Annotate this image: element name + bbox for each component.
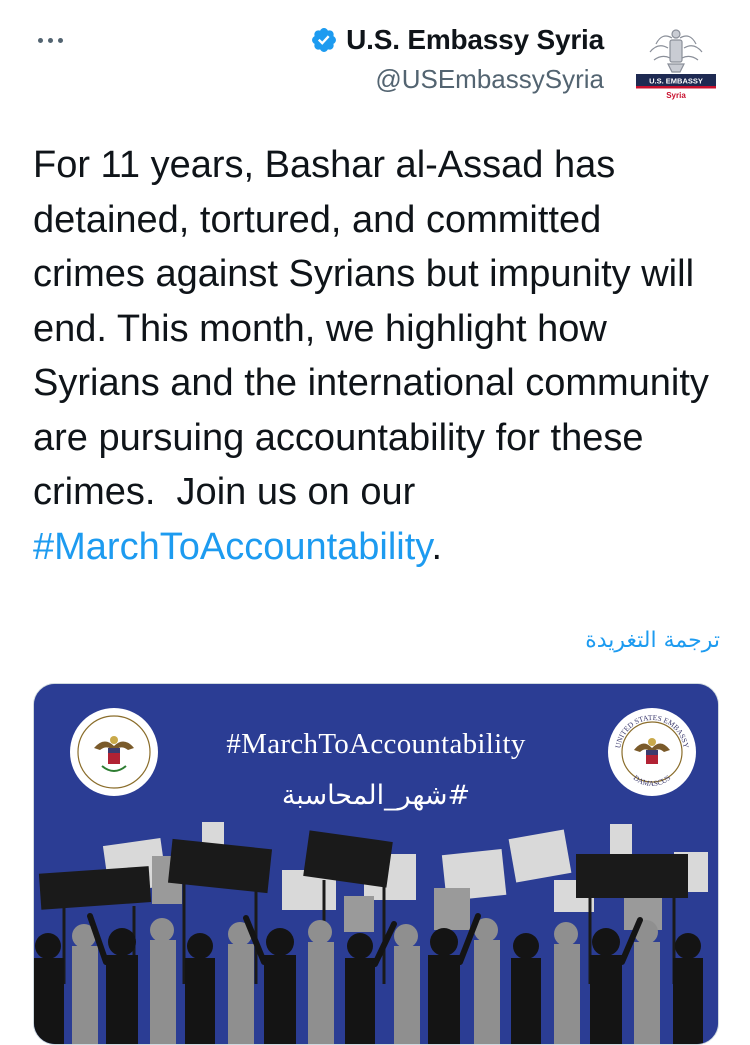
hashtag-link[interactable]: #MarchToAccountability xyxy=(33,526,431,568)
translate-tweet-link[interactable]: ترجمة التغريدة xyxy=(585,628,720,653)
verified-badge-icon xyxy=(312,28,337,52)
tweet-author[interactable]: U.S. Embassy Syria @USEmbassySyria xyxy=(310,24,604,95)
author-handle[interactable]: @USEmbassySyria xyxy=(310,64,604,95)
avatar-label-top: U.S. EMBASSY xyxy=(649,77,703,86)
media-title-arabic: #شهر_المحاسبة xyxy=(281,780,471,811)
more-dot xyxy=(37,37,43,43)
media-title-english: #MarchToAccountability xyxy=(226,728,526,760)
tweet-text-end: . xyxy=(431,525,443,568)
author-name[interactable]: U.S. Embassy Syria xyxy=(346,24,604,56)
avatar[interactable]: U.S. EMBASSY Syria xyxy=(628,14,724,110)
more-options-button[interactable] xyxy=(30,28,70,52)
more-dot xyxy=(47,37,53,43)
more-dot xyxy=(57,37,63,43)
avatar-label-bottom: Syria xyxy=(666,91,686,100)
tweet-text-main: For 11 years, Bashar al-Assad has detain… xyxy=(33,144,720,513)
tweet-text: For 11 years, Bashar al-Assad has detain… xyxy=(33,138,723,574)
tweet-media-image[interactable]: UNITED STATES EMBASSY DAMASCUS #MarchToA… xyxy=(33,683,719,1045)
